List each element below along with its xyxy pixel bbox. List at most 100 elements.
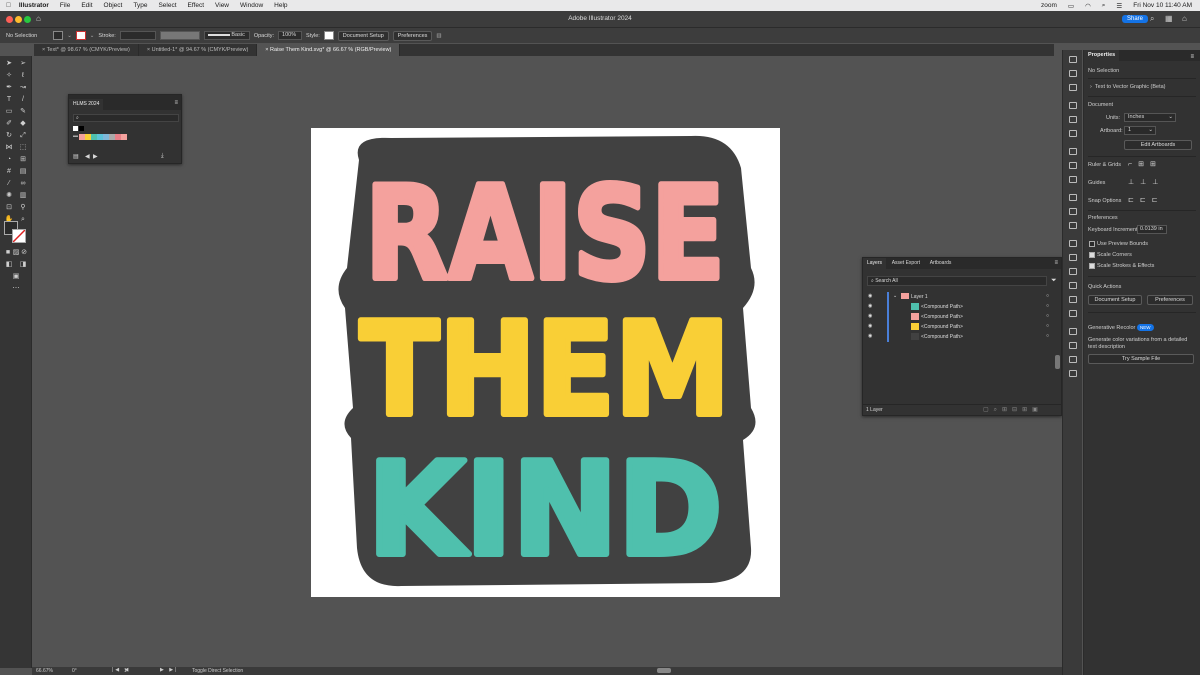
paragraph-dock-icon[interactable] [1069,342,1077,349]
menu-select[interactable]: Select [158,2,176,9]
screen-mode-icon[interactable]: ▣ [11,272,21,281]
direct-selection-tool-icon[interactable]: ➢ [18,59,28,68]
add-to-swatches-icon[interactable]: ⤓ [161,153,164,160]
paintbrush-tool-icon[interactable]: ✎ [18,107,28,116]
target-icon[interactable]: ○ [1046,293,1049,299]
magic-wand-tool-icon[interactable]: ✧ [4,71,14,80]
libraries-dock-icon[interactable] [1069,70,1077,77]
path-name[interactable]: <Compound Path> [921,304,963,310]
artboards-dock-icon[interactable] [1069,282,1077,289]
swatch-search-input[interactable]: ⌕ [73,114,179,122]
layers-dock-icon[interactable] [1069,84,1077,91]
eye-icon[interactable]: ◉ [868,303,872,309]
chevron-down-icon[interactable]: ⌄ [67,33,72,39]
vertical-scrollbar-thumb[interactable] [1055,355,1060,369]
stroke-dock-icon[interactable] [1069,194,1077,201]
slice-tool-icon[interactable]: ⚲ [18,203,28,212]
color-dock-icon[interactable] [1069,102,1077,109]
opacity-label[interactable]: Opacity: [254,33,274,39]
tab-artboards[interactable]: Artboards [926,258,956,269]
brushes-dock-icon[interactable] [1069,130,1077,137]
scale-tool-icon[interactable]: ⤢ [18,131,28,140]
menu-view[interactable]: View [215,2,229,9]
edit-artboards-button[interactable]: Edit Artboards [1124,140,1192,150]
layer-name[interactable]: Layer 1 [911,294,928,300]
target-icon[interactable]: ○ [1046,323,1049,329]
rectangle-tool-icon[interactable]: ▭ [4,107,14,116]
curvature-tool-icon[interactable]: ↝ [18,83,28,92]
them-text[interactable]: THEM [357,293,733,448]
stroke-weight-field[interactable] [119,31,156,40]
workspace-icon[interactable]: ▦ [1165,14,1173,23]
horizontal-scrollbar-thumb[interactable] [657,668,671,673]
kind-text[interactable]: KIND [365,433,726,588]
text-to-vector-row[interactable]: › Text to Vector Graphic (Beta) [1090,84,1166,90]
apple-icon[interactable]:  [6,2,11,9]
menu-app-name[interactable]: Illustrator [19,2,49,9]
artboard-next-icons[interactable]: ▶ ▶| [160,667,178,673]
layers-search-input[interactable]: ⌕ Search All [867,276,1047,286]
artboard-number[interactable]: 1 [124,668,127,674]
properties-dock-icon[interactable] [1069,56,1077,63]
target-icon[interactable]: ○ [1046,313,1049,319]
gradient-tool-icon[interactable]: ▤ [18,167,28,176]
properties-tab[interactable]: Properties [1084,50,1120,61]
search-icon[interactable]: ⌕ [1150,14,1154,24]
arrange-icon[interactable]: ⌂ [1182,14,1187,23]
eye-icon[interactable]: ◉ [868,293,872,299]
tab-untitled[interactable]: × Untitled-1* @ 94.67 % (CMYK/Preview) [139,44,258,56]
battery-icon[interactable]: ▭ [1068,2,1074,10]
panel-menu-icon[interactable]: ≡ [1054,260,1058,266]
menu-object[interactable]: Object [104,2,123,9]
eyedropper-tool-icon[interactable]: ⁄ [4,179,14,188]
tab-text[interactable]: × Text* @ 98.67 % (CMYK/Preview) [34,44,139,56]
menu-file[interactable]: File [60,2,70,9]
align-dock-icon[interactable] [1069,162,1077,169]
transparency-dock-icon[interactable] [1069,222,1077,229]
artboard-tool-icon[interactable]: ⊡ [4,203,14,212]
line-tool-icon[interactable]: / [18,95,28,104]
next-library-icon[interactable]: ▶ [93,153,98,160]
more-tools-icon[interactable]: ⋯ [11,284,21,293]
stroke-swatch[interactable] [75,31,86,40]
layer-actions-icon[interactable]: ▢⌕⊞⊟⊞▣ [983,406,1043,414]
document-setup-button[interactable]: Document Setup [1088,295,1142,305]
brush-select[interactable]: Basic [203,31,250,40]
opentype-dock-icon[interactable] [1069,356,1077,363]
ruler-grid-toggles[interactable]: ⌐⊞⊞ [1128,160,1162,168]
units-select[interactable]: Inches ⌄ [1124,113,1176,122]
path-name[interactable]: <Compound Path> [921,324,963,330]
gradient-dock-icon[interactable] [1069,208,1077,215]
path-name[interactable]: <Compound Path> [921,334,963,340]
variable-width-profile[interactable] [159,31,200,40]
swatch-white[interactable] [73,126,78,131]
layer-row[interactable]: ◉ ⌄ Layer 1 ○ [863,292,1061,302]
type-tool-icon[interactable]: T [4,95,14,104]
free-transform-tool-icon[interactable]: ⬚ [18,143,28,152]
guides-toggles[interactable]: ⊥⊥⊥ [1128,178,1164,186]
layer-row[interactable]: ◉ <Compound Path> ○ [863,312,1061,322]
opacity-field[interactable]: 100% [278,31,303,40]
character-dock-icon[interactable] [1069,328,1077,335]
perspective-grid-tool-icon[interactable]: ⊞ [18,155,28,164]
tab-layers[interactable]: Layers [863,258,887,269]
none-mode-icon[interactable]: ⊘ [19,248,29,257]
preferences-button[interactable]: Preferences [1147,295,1193,305]
menu-help[interactable]: Help [274,2,287,9]
eye-icon[interactable]: ◉ [868,333,872,339]
sticker-artwork[interactable]: RAISE THEM KIND [311,128,780,597]
comments-dock-icon[interactable] [1069,310,1077,317]
share-button[interactable]: Share [1122,15,1149,23]
try-sample-file-button[interactable]: Try Sample File [1088,354,1194,364]
fill-swatch[interactable] [53,31,64,40]
layers-stack-dock-icon[interactable] [1069,268,1077,275]
draw-behind-icon[interactable]: ◨ [18,260,28,269]
target-icon[interactable]: ○ [1046,303,1049,309]
swatch-color[interactable] [121,134,127,140]
snap-toggles[interactable]: ⊏⊏⊏ [1128,196,1164,204]
eye-icon[interactable]: ◉ [868,313,872,319]
lasso-tool-icon[interactable]: ℓ [18,71,28,80]
prev-library-icon[interactable]: ◀ [85,153,90,160]
search-icon[interactable]: ⌕ [1102,2,1106,10]
eye-icon[interactable]: ◉ [868,323,872,329]
